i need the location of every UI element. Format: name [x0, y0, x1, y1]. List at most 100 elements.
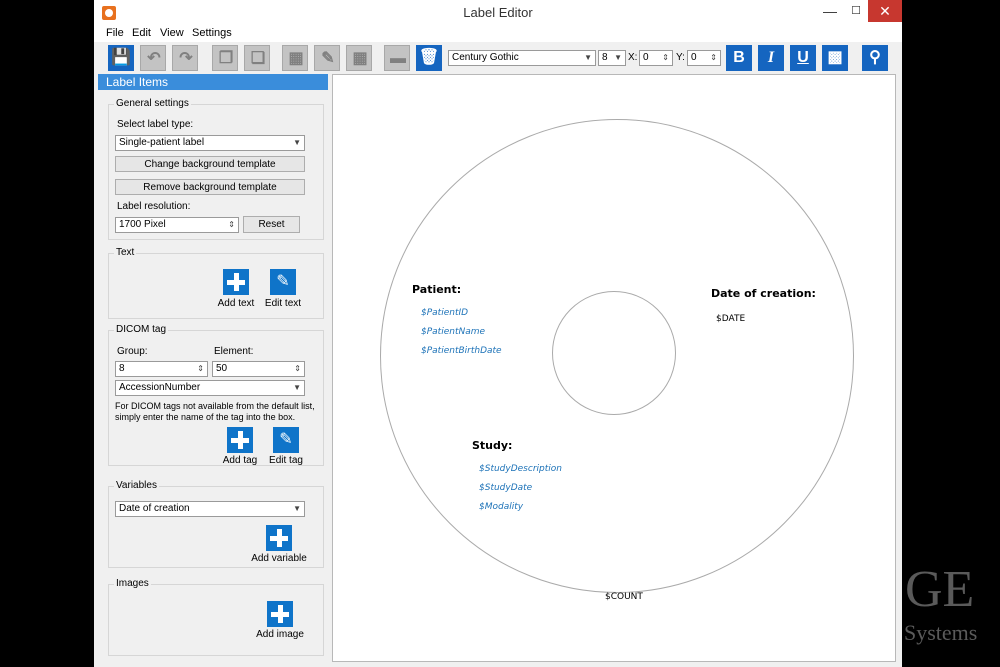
menu-settings[interactable]: Settings: [192, 27, 232, 39]
group-title: Images: [114, 578, 151, 589]
bring-front-button[interactable]: ❐: [212, 45, 238, 71]
send-back-icon: ❏: [250, 50, 266, 67]
x-input[interactable]: 0 ⇕: [639, 50, 673, 66]
study-date-field[interactable]: $StudyDate: [479, 483, 532, 493]
general-settings-group: General settings Select label type: Sing…: [108, 98, 324, 240]
align-icon: ▦: [288, 50, 304, 67]
y-input[interactable]: 0 ⇕: [687, 50, 721, 66]
label-items-pane: Label Items General settings Select labe…: [98, 74, 328, 664]
font-size-select[interactable]: 8 ▼: [598, 50, 626, 66]
close-button[interactable]: ✕: [868, 0, 902, 22]
date-field[interactable]: $DATE: [716, 314, 745, 324]
patient-birthdate-field[interactable]: $PatientBirthDate: [421, 346, 502, 356]
study-heading[interactable]: Study:: [472, 439, 512, 452]
spinner-icon: ⇕: [197, 364, 204, 373]
zoom-icon: ⚲: [869, 49, 881, 66]
font-value: Century Gothic: [452, 52, 519, 63]
images-group: Images Add image: [108, 578, 324, 656]
underline-button[interactable]: U: [790, 45, 816, 71]
spinner-icon: ⇕: [228, 220, 235, 229]
x-value: 0: [643, 52, 649, 63]
menu-edit[interactable]: Edit: [132, 27, 151, 39]
edit-text-label: Edit text: [264, 298, 302, 309]
undo-icon: ↶: [147, 50, 161, 67]
reset-button[interactable]: Reset: [243, 216, 300, 233]
group-input[interactable]: 8 ⇕: [115, 361, 208, 377]
patient-heading[interactable]: Patient:: [412, 283, 461, 296]
select-label-type-label: Select label type:: [117, 119, 194, 130]
variable-value: Date of creation: [119, 503, 190, 514]
group-label: Group:: [117, 346, 148, 357]
chevron-down-icon: ▼: [293, 383, 301, 392]
font-size-value: 8: [602, 52, 608, 63]
study-description-field[interactable]: $StudyDescription: [479, 464, 562, 474]
menu-file[interactable]: File: [106, 27, 124, 39]
minus-icon: ▬: [390, 50, 406, 67]
maximize-button[interactable]: ☐: [844, 0, 868, 22]
remove-button[interactable]: ▬: [384, 45, 410, 71]
save-button[interactable]: 💾: [108, 45, 134, 71]
patient-name-field[interactable]: $PatientName: [421, 327, 485, 337]
add-variable-button[interactable]: [266, 525, 292, 551]
distribute-icon: ▦: [352, 50, 368, 67]
fill-color-button[interactable]: ▩: [822, 45, 848, 71]
y-value: 0: [691, 52, 697, 63]
italic-button[interactable]: I: [758, 45, 784, 71]
element-input[interactable]: 50 ⇕: [212, 361, 305, 377]
send-back-button[interactable]: ❏: [244, 45, 270, 71]
label-canvas[interactable]: Patient: $PatientID $PatientName $Patien…: [332, 74, 896, 662]
save-icon: 💾: [111, 49, 131, 66]
distribute-button[interactable]: ▦: [346, 45, 372, 71]
font-select[interactable]: Century Gothic ▼: [448, 50, 596, 66]
undo-button[interactable]: ↶: [140, 45, 166, 71]
group-title: Variables: [114, 480, 159, 491]
group-title: General settings: [114, 98, 191, 109]
add-text-button[interactable]: [223, 269, 249, 295]
edit-button[interactable]: ✎: [314, 45, 340, 71]
x-label: X:: [628, 52, 638, 63]
add-image-button[interactable]: [267, 601, 293, 627]
watermark-text: Systems: [904, 620, 978, 645]
redo-button[interactable]: ↷: [172, 45, 198, 71]
chevron-down-icon: ▼: [293, 504, 301, 513]
remove-background-button[interactable]: Remove background template: [115, 179, 305, 195]
underline-icon: U: [797, 49, 809, 66]
label-type-value: Single-patient label: [119, 137, 205, 148]
redo-icon: ↷: [179, 50, 193, 67]
spinner-icon: ⇕: [662, 53, 669, 62]
date-heading[interactable]: Date of creation:: [711, 287, 816, 300]
add-tag-button[interactable]: [227, 427, 253, 453]
edit-tag-button[interactable]: ✎: [273, 427, 299, 453]
modality-field[interactable]: $Modality: [479, 502, 523, 512]
group-title: Text: [114, 247, 137, 258]
bold-icon: B: [733, 49, 745, 66]
delete-icon: 🗑: [418, 49, 440, 66]
change-background-button[interactable]: Change background template: [115, 156, 305, 172]
title-bar: Label Editor — ☐ ✕: [94, 0, 902, 26]
align-button[interactable]: ▦: [282, 45, 308, 71]
chevron-down-icon: ▼: [614, 53, 622, 62]
bold-button[interactable]: B: [726, 45, 752, 71]
edit-tag-label: Edit tag: [269, 455, 303, 466]
element-value: 50: [216, 363, 228, 374]
resolution-value: 1700 Pixel: [119, 219, 166, 230]
italic-icon: I: [767, 49, 775, 66]
minimize-button[interactable]: —: [818, 0, 842, 22]
variables-select[interactable]: Date of creation ▼: [115, 501, 305, 517]
watermark-logo: GE: [905, 561, 975, 618]
patient-id-field[interactable]: $PatientID: [421, 308, 468, 318]
label-type-select[interactable]: Single-patient label ▼: [115, 135, 305, 151]
zoom-button[interactable]: ⚲: [862, 45, 888, 71]
text-group: Text ✎ Add text Edit text: [108, 247, 324, 319]
menu-view[interactable]: View: [160, 27, 184, 39]
spinner-icon: ⇕: [710, 53, 717, 62]
pencil-icon: ✎: [279, 431, 293, 448]
count-field[interactable]: $COUNT: [605, 592, 643, 602]
resolution-input[interactable]: 1700 Pixel ⇕: [115, 217, 239, 233]
delete-button[interactable]: 🗑: [416, 45, 442, 71]
dicom-tag-select[interactable]: AccessionNumber ▼: [115, 380, 305, 396]
menu-bar: File Edit View Settings: [94, 26, 902, 42]
element-label: Element:: [214, 346, 254, 357]
edit-text-button[interactable]: ✎: [270, 269, 296, 295]
y-label: Y:: [676, 52, 685, 63]
